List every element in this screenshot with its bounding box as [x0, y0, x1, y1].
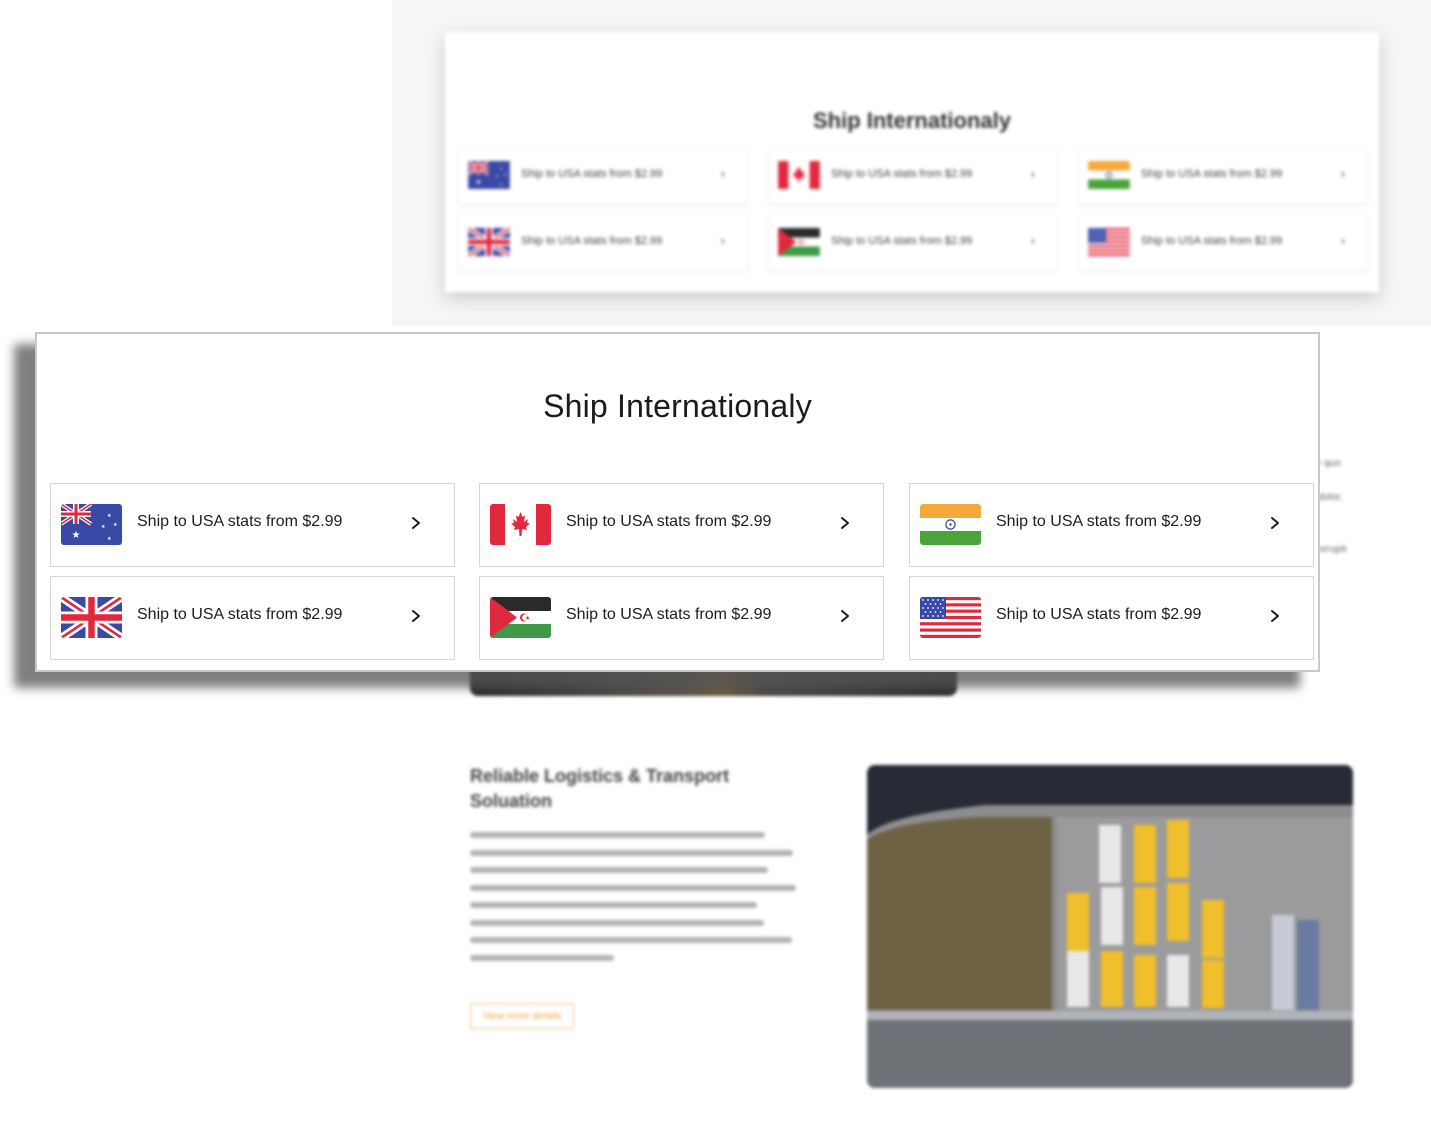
- chevron-right-icon[interactable]: [409, 515, 423, 531]
- shipping-option-usa[interactable]: Ship to USA stats from $2.99: [909, 576, 1314, 660]
- chevron-right-icon: ›: [1340, 166, 1345, 181]
- shipping-option-label: Ship to USA stats from $2.99: [996, 513, 1202, 530]
- chevron-right-icon: ›: [1030, 233, 1035, 248]
- background-tile-label: Ship to USA stats from $2.99: [831, 235, 973, 247]
- side-text-fragment: dolor,: [1318, 492, 1343, 503]
- shipping-option-label: Ship to USA stats from $2.99: [137, 513, 343, 530]
- chevron-right-icon[interactable]: [838, 608, 852, 624]
- shipping-option-label: Ship to USA stats from $2.99: [566, 606, 772, 623]
- shipping-option-australia[interactable]: Ship to USA stats from $2.99: [50, 483, 455, 567]
- chevron-right-icon[interactable]: [409, 608, 423, 624]
- view-more-details-button[interactable]: View more details: [470, 1003, 574, 1029]
- shipping-option-label: Ship to USA stats from $2.99: [566, 513, 772, 530]
- background-card-title: Ship Internationaly: [812, 108, 1012, 133]
- port-aerial-photo: [867, 765, 1353, 1088]
- shipping-option-western-sahara[interactable]: Ship to USA stats from $2.99: [479, 576, 884, 660]
- shipping-option-canada[interactable]: Ship to USA stats from $2.99: [479, 483, 884, 567]
- western-sahara-flag-icon: [778, 228, 820, 256]
- background-tile-label: Ship to USA stats from $2.99: [521, 235, 663, 247]
- india-flag-icon: [920, 504, 981, 545]
- background-tile-label: Ship to USA stats from $2.99: [521, 168, 663, 180]
- background-tile: Ship to USA stats from $2.99 ›: [769, 215, 1057, 271]
- background-tile-label: Ship to USA stats from $2.99: [831, 168, 973, 180]
- background-tile-label: Ship to USA stats from $2.99: [1141, 235, 1283, 247]
- chevron-right-icon: ›: [1030, 166, 1035, 181]
- usa-flag-icon: [920, 597, 981, 638]
- background-tile: Ship to USA stats from $2.99 ›: [459, 215, 747, 271]
- chevron-right-icon: ›: [1340, 233, 1345, 248]
- canada-flag-icon: [490, 504, 551, 545]
- background-shipping-card: Ship Internationaly Ship to USA stats fr…: [445, 32, 1379, 292]
- article-body: [470, 832, 800, 972]
- side-text-fragment: r quo: [1318, 458, 1341, 469]
- chevron-right-icon[interactable]: [838, 515, 852, 531]
- shipping-option-label: Ship to USA stats from $2.99: [996, 606, 1202, 623]
- chevron-right-icon: ›: [720, 233, 725, 248]
- india-flag-icon: [1087, 161, 1131, 189]
- usa-flag-icon: [1088, 228, 1130, 256]
- section-title: Ship Internationaly: [543, 388, 812, 424]
- chevron-right-icon[interactable]: [1268, 608, 1282, 624]
- canada-flag-icon: [778, 161, 820, 189]
- chevron-right-icon[interactable]: [1268, 515, 1282, 531]
- ship-internationally-card: Ship Internationaly Ship to USA stats fr…: [35, 332, 1320, 672]
- background-tile: Ship to USA stats from $2.99 ›: [1079, 215, 1367, 271]
- background-tile: Ship to USA stats from $2.99 ›: [459, 148, 747, 204]
- shipping-option-india[interactable]: Ship to USA stats from $2.99: [909, 483, 1314, 567]
- background-tile: Ship to USA stats from $2.99 ›: [769, 148, 1057, 204]
- background-tile-label: Ship to USA stats from $2.99: [1141, 168, 1283, 180]
- chevron-right-icon: ›: [720, 166, 725, 181]
- shipping-option-label: Ship to USA stats from $2.99: [137, 606, 343, 623]
- uk-flag-icon: [467, 228, 511, 256]
- uk-flag-icon: [61, 597, 122, 638]
- australia-flag-icon: [467, 161, 511, 189]
- australia-flag-icon: [61, 504, 122, 545]
- side-text-fragment: orrupti: [1318, 544, 1347, 555]
- article-title: Reliable Logistics & Transport Soluation: [470, 766, 730, 811]
- background-tile: Ship to USA stats from $2.99 ›: [1079, 148, 1367, 204]
- western-sahara-flag-icon: [490, 597, 551, 638]
- shipping-option-uk[interactable]: Ship to USA stats from $2.99: [50, 576, 455, 660]
